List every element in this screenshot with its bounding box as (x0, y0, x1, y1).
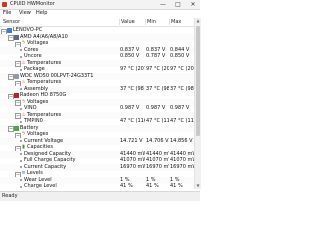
voltage-icon: ϟ (21, 131, 26, 137)
sensor-bullet-icon (20, 68, 22, 71)
voltage-icon: ϟ (21, 40, 26, 46)
sensor-bullet-icon (20, 179, 22, 181)
battery-icon (14, 125, 19, 131)
temperature-icon: ♨ (21, 59, 26, 66)
menu-bar: File View Help (0, 10, 200, 17)
scroll-up-arrow-icon[interactable]: ▲ (195, 18, 201, 24)
column-header-max[interactable]: Max (170, 18, 181, 26)
computer-icon (7, 28, 12, 33)
cpu-icon (14, 34, 19, 40)
menu-file[interactable]: File (3, 10, 11, 17)
temperature-icon: ♨ (21, 111, 26, 118)
voltage-icon: ϟ (21, 98, 26, 105)
vertical-scrollbar[interactable]: ▲ ▼ (194, 18, 201, 189)
sensor-bullet-icon (20, 88, 22, 90)
minimize-button[interactable]: — (156, 0, 170, 9)
sensor-bullet-icon (20, 107, 22, 110)
sensor-bullet-icon (20, 153, 22, 155)
sensor-bullet-icon (20, 120, 22, 123)
sensor-bullet-icon (20, 140, 22, 142)
sensor-value: 41 % (120, 183, 133, 189)
tree-node-label: Charge Level (24, 183, 57, 189)
sensor-bullet-icon (20, 185, 22, 188)
column-header-min[interactable]: Min (146, 18, 156, 26)
temperature-icon: ♨ (21, 79, 26, 85)
column-headers: Sensor Value Min Max (0, 18, 194, 27)
close-button[interactable]: ✕ (186, 0, 200, 9)
hwmonitor-app-icon (2, 2, 7, 7)
column-header-sensor[interactable]: Sensor (2, 18, 20, 26)
sensor-row[interactable]: Charge Level 41 % 41 % 41 % (0, 183, 194, 189)
capacity-icon: ▮ (22, 144, 25, 150)
status-text: Ready (2, 193, 18, 199)
sensor-bullet-icon (20, 49, 22, 51)
gpu-icon (14, 93, 19, 98)
scrollbar-thumb[interactable] (196, 26, 200, 136)
sensor-tree[interactable]: − LENOVO-PC − AMD A4/A6/A8/A10− ϟ Voltages Cor… (0, 27, 194, 189)
scroll-down-arrow-icon[interactable]: ▼ (195, 183, 201, 189)
sensor-bullet-icon (20, 159, 22, 162)
window-title: CPUID HWMonitor (10, 1, 55, 7)
menu-help[interactable]: Help (36, 10, 47, 17)
sensor-bullet-icon (20, 166, 22, 168)
hard-drive-icon (14, 73, 19, 79)
sensor-bullet-icon (20, 55, 22, 58)
status-bar: Ready (0, 191, 200, 201)
column-header-value[interactable]: Value (120, 18, 135, 26)
menu-view[interactable]: View (19, 10, 31, 17)
sensor-min: 41 % (146, 183, 159, 189)
title-bar[interactable]: CPUID HWMonitor — □ ✕ (0, 0, 200, 10)
maximize-button[interactable]: □ (171, 0, 185, 9)
sensor-max: 41 % (170, 183, 183, 189)
level-icon: ≡ (21, 170, 26, 176)
